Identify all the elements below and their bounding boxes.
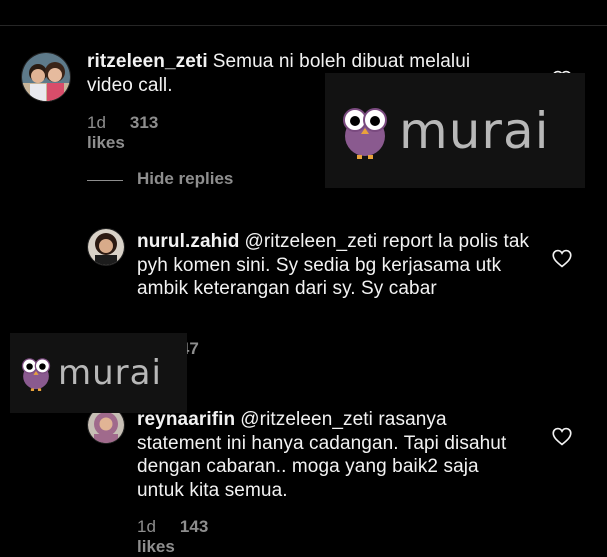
username[interactable]: nurul.zahid [137, 231, 239, 252]
timestamp: 1d [87, 113, 106, 132]
avatar-nurul-zahid[interactable] [87, 228, 125, 266]
owl-icon [21, 358, 51, 391]
avatar-ritzeleen-zeti[interactable] [21, 52, 71, 102]
heart-outline-icon[interactable] [552, 249, 572, 268]
watermark-text: murai [58, 353, 162, 393]
username[interactable]: ritzeleen_zeti [87, 51, 208, 72]
comment-text: nurul.zahid @ritzeleen_zeti report la pol… [137, 230, 537, 301]
comment-meta: 1d 143 likes [137, 517, 208, 557]
watermark-logo: murai [325, 73, 585, 188]
watermark-logo: murai [10, 333, 187, 413]
hide-replies-line [87, 180, 123, 181]
two-children-photo [22, 53, 70, 101]
timestamp: 1d [137, 517, 156, 536]
comment-text: reynaarifin @ritzeleen_zeti rasanya state… [137, 408, 522, 502]
top-divider [0, 25, 607, 26]
woman-photo [88, 229, 124, 265]
owl-icon [343, 107, 387, 159]
watermark-text: murai [399, 101, 550, 160]
comment-meta: 1d 313 likes [87, 113, 158, 153]
heart-outline-icon[interactable] [552, 427, 572, 446]
hide-replies-label: Hide replies [137, 169, 234, 188]
